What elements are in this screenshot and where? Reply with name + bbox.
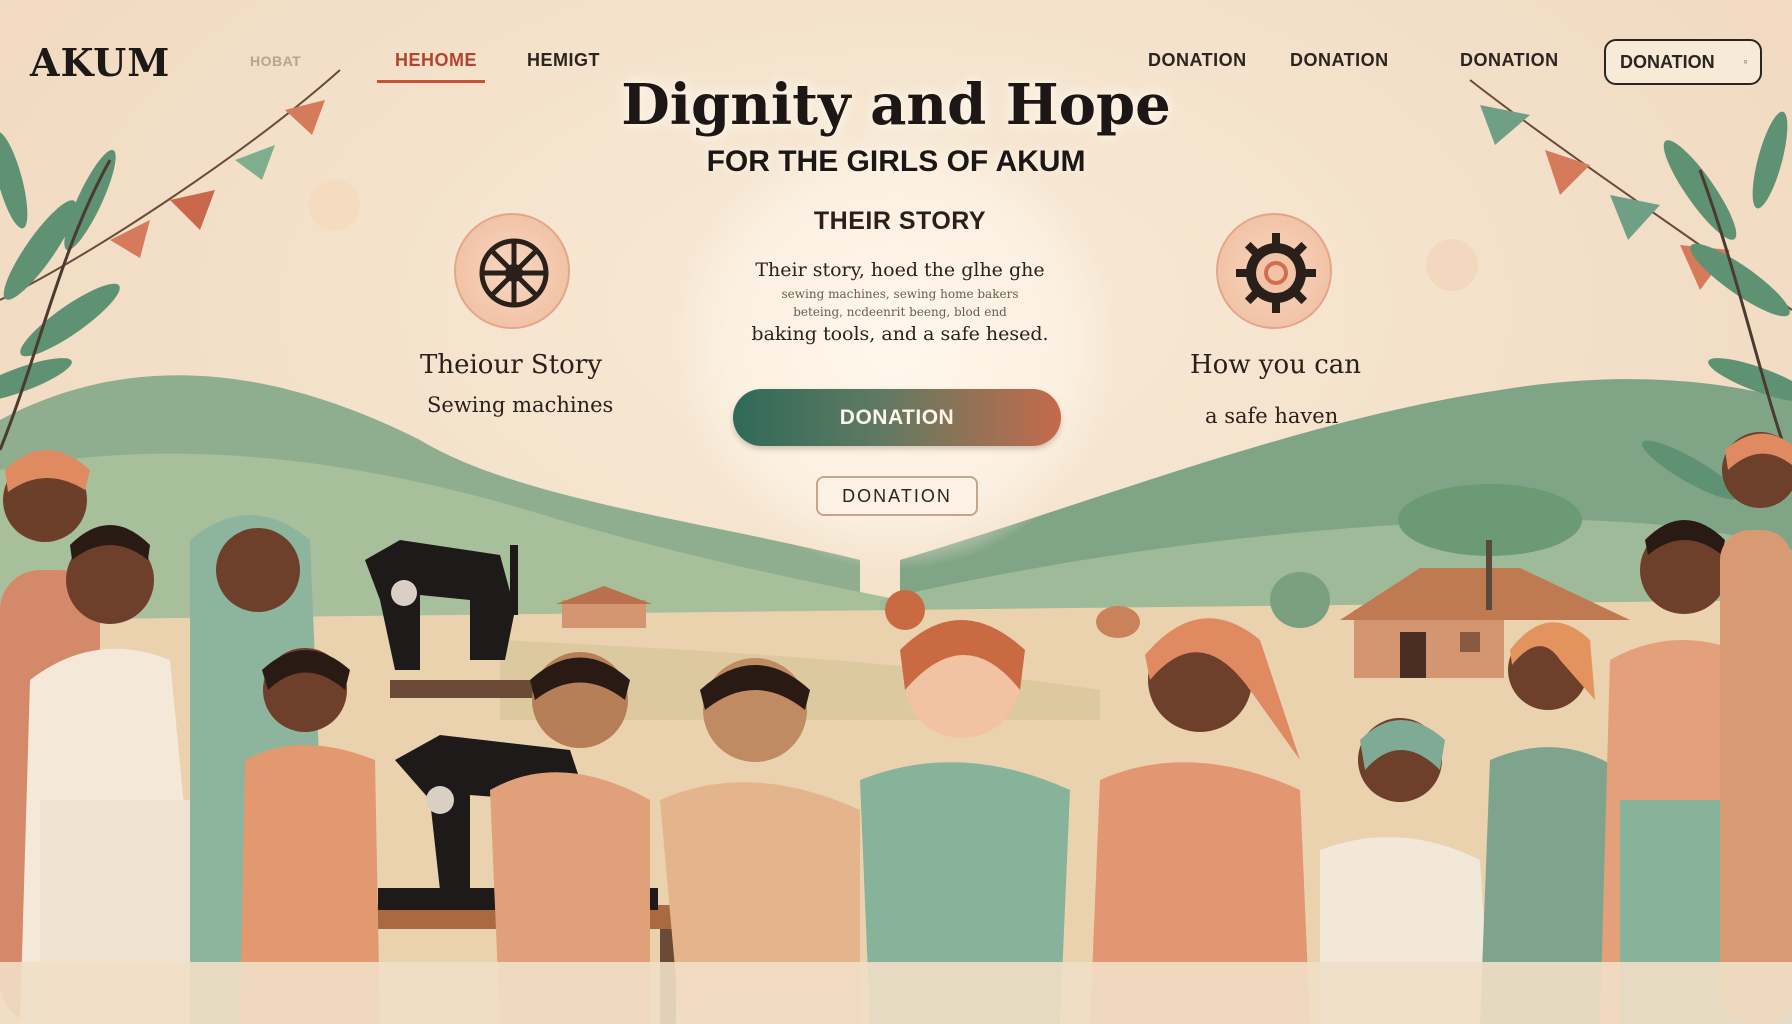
nav-item-donation-2[interactable]: DONATION	[1290, 50, 1389, 71]
feature-left-desc: Sewing machines	[427, 393, 614, 417]
story-heading: THEIR STORY	[813, 207, 987, 235]
chevron-icon: ◦	[1743, 53, 1748, 69]
donation-secondary-button[interactable]: DONATION	[816, 476, 978, 516]
feature-left-title: Theiour Story	[420, 350, 602, 380]
story-line-4: baking tools, and a safe hesed.	[751, 322, 1049, 345]
story-line-2: sewing machines, sewing home bakers	[781, 286, 1019, 301]
story-line-1: Their story, hoed the glhe ghe	[755, 259, 1045, 281]
feature-left-icon-badge	[454, 213, 570, 329]
feature-right-icon-badge	[1216, 213, 1332, 329]
gear-icon	[1236, 233, 1316, 313]
header-donation-label: DONATION	[1620, 51, 1715, 72]
feature-right-desc: a safe haven	[1205, 404, 1339, 428]
nav-item-donation-3[interactable]: DONATION	[1460, 50, 1559, 71]
story-line-3: beteing, ncdeenrit beeng, blod end	[793, 304, 1007, 319]
hero-title: Dignity and Hope	[621, 72, 1171, 138]
nav-item-home[interactable]: HEHOME	[395, 50, 477, 71]
hero-subtitle: FOR THE GIRLS OF AKUM	[706, 145, 1086, 178]
feature-right-title: How you can	[1190, 350, 1362, 380]
donation-primary-button[interactable]: DONATION	[733, 389, 1061, 446]
sewing-wheel-icon	[479, 238, 549, 308]
nav-item-3[interactable]: HEMIGT	[527, 50, 600, 71]
nav-item-donation-1[interactable]: DONATION	[1148, 50, 1247, 71]
story-text: Their story, hoed the glhe ghe sewing ma…	[720, 257, 1080, 348]
nav-item-1[interactable]: HOBAT	[250, 53, 301, 69]
